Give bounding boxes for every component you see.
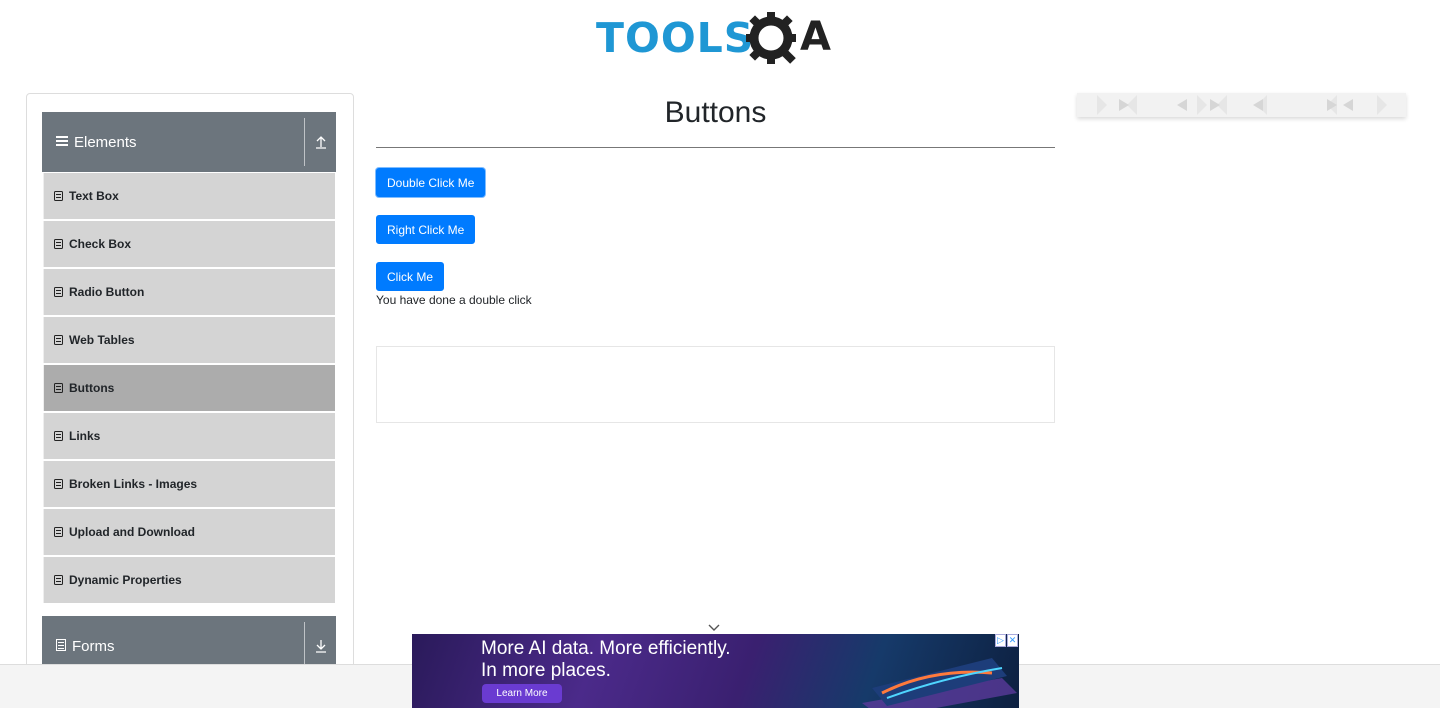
logo-text: TOOLS: [596, 14, 755, 62]
list-icon: [54, 335, 63, 345]
list-icon: [54, 383, 63, 393]
sidebar-item-label: Text Box: [69, 189, 119, 203]
menu-bars-icon: [56, 134, 68, 151]
sidebar-item-label: Buttons: [69, 381, 115, 395]
sidebar-item-label: Upload and Download: [69, 525, 195, 539]
sidebar-item-label: Broken Links - Images: [69, 477, 198, 491]
sidebar-item-label: Radio Button: [69, 285, 145, 299]
sidebar-item-links[interactable]: Links: [43, 413, 335, 459]
elements-group-title: Elements: [74, 133, 137, 151]
list-icon: [54, 431, 63, 441]
sidebar-item-dynamic-properties[interactable]: Dynamic Properties: [43, 557, 335, 603]
ad-learn-more-button[interactable]: Learn More: [482, 684, 562, 703]
sidebar-item-web-tables[interactable]: Web Tables: [43, 317, 335, 363]
sidebar-item-upload-download[interactable]: Upload and Download: [43, 509, 335, 555]
sidebar-item-label: Links: [69, 429, 101, 443]
list-icon: [54, 479, 63, 489]
sidebar-item-buttons[interactable]: Buttons: [43, 365, 335, 411]
right-click-button[interactable]: Right Click Me: [376, 215, 476, 244]
sidebar-item-broken-links[interactable]: Broken Links - Images: [43, 461, 335, 507]
ad-pattern-icon: [1097, 95, 1387, 115]
site-header: TOOLS A: [0, 0, 1440, 80]
ad-subheadline: In more places.: [481, 660, 611, 681]
ad-info-icon[interactable]: ▷: [995, 634, 1006, 647]
forms-group-title: Forms: [72, 637, 115, 655]
list-icon: [54, 575, 63, 585]
sidebar-item-label: Dynamic Properties: [69, 573, 182, 587]
bottom-ad-banner[interactable]: More AI data. More efficiently. In more …: [412, 634, 1019, 708]
sidebar-item-label: Web Tables: [69, 333, 135, 347]
ad-headline: More AI data. More efficiently.: [481, 638, 731, 659]
right-ad-banner[interactable]: [1077, 93, 1406, 117]
sidebar-item-label: Check Box: [69, 237, 132, 251]
sidebar-item-check-box[interactable]: Check Box: [43, 221, 335, 267]
logo-suffix: A: [800, 14, 831, 60]
double-click-button[interactable]: Double Click Me: [376, 168, 486, 197]
elements-menu: Text Box Check Box Radio Button Web Tabl…: [43, 173, 335, 605]
list-icon: [54, 287, 63, 297]
click-me-button[interactable]: Click Me: [376, 262, 445, 291]
elements-group-header[interactable]: Elements: [42, 112, 336, 172]
left-panel: Elements Text Box Check Box Radio Button…: [26, 93, 354, 673]
main-content: Buttons Double Click Me Right Click Me C…: [376, 93, 1055, 423]
laptop-graphic-icon: [862, 658, 1017, 708]
sidebar-item-radio-button[interactable]: Radio Button: [43, 269, 335, 315]
toolsqa-logo[interactable]: TOOLS A: [596, 10, 840, 68]
page-title: Buttons: [376, 93, 1055, 148]
list-icon: [54, 527, 63, 537]
double-click-message: You have done a double click: [376, 293, 532, 307]
collapse-arrow-up-icon[interactable]: [305, 112, 336, 172]
close-icon[interactable]: ✕: [1007, 634, 1018, 647]
form-icon: [56, 638, 66, 655]
gear-q-icon: A: [746, 12, 831, 64]
ad-close-controls[interactable]: ▷ ✕: [995, 634, 1019, 647]
sidebar-item-text-box[interactable]: Text Box: [43, 173, 335, 219]
ad-placeholder: [376, 346, 1055, 423]
list-icon: [54, 191, 63, 201]
list-icon: [54, 239, 63, 249]
